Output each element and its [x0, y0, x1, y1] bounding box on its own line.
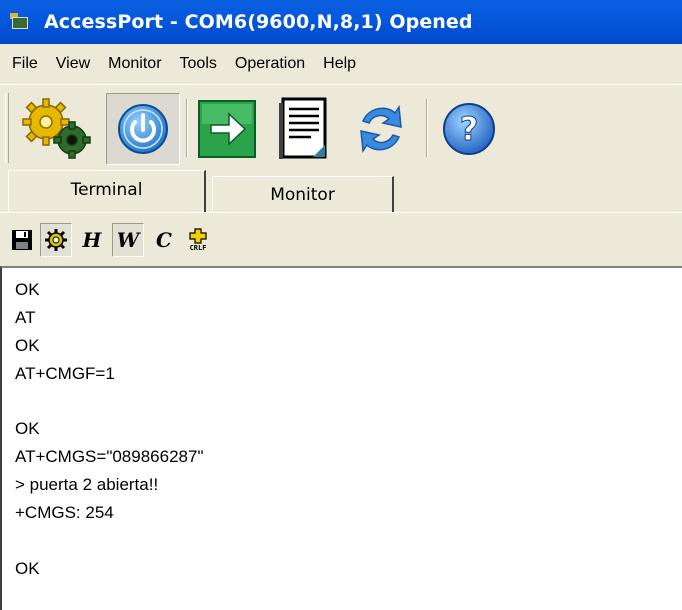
title-bar[interactable]: AccessPort - COM6(9600,N,8,1) Opened	[0, 0, 682, 44]
tab-strip: Terminal Monitor	[0, 170, 682, 212]
terminal-toolbar: H W C CRLF	[0, 212, 682, 266]
hex-mode-button[interactable]: H	[76, 223, 108, 257]
terminal-line: > puerta 2 abierta!!	[15, 475, 159, 495]
terminal-line: OK	[15, 335, 40, 355]
toolbar-separator	[426, 99, 428, 157]
clear-label: C	[156, 228, 172, 252]
menu-tools[interactable]: Tools	[171, 55, 226, 73]
gear-icon	[45, 229, 67, 251]
terminal-line: AT	[15, 307, 36, 327]
clear-button[interactable]: C	[148, 223, 180, 257]
crlf-button[interactable]: CRLF	[182, 223, 214, 257]
menu-bar: File View Monitor Tools Operation Help	[0, 44, 682, 84]
refresh-arrows-icon	[360, 104, 402, 154]
help-icon: ?	[443, 103, 495, 155]
terminal-line: +CMGS: 254	[15, 503, 114, 523]
toolbar-grip[interactable]	[5, 93, 9, 163]
menu-operation[interactable]: Operation	[226, 55, 314, 73]
menu-help[interactable]: Help	[314, 55, 365, 73]
send-button[interactable]	[192, 93, 262, 165]
tab-terminal[interactable]: Terminal	[8, 170, 206, 212]
window-title: AccessPort - COM6(9600,N,8,1) Opened	[44, 11, 473, 33]
terminal-line: OK	[15, 419, 40, 439]
toolbar-separator	[186, 99, 188, 157]
settings-button[interactable]	[12, 93, 102, 165]
document-button[interactable]	[268, 93, 338, 165]
green-arrow-icon	[198, 100, 256, 158]
main-toolbar: ?	[0, 84, 682, 170]
terminal-line: AT+CMGF=1	[15, 363, 115, 383]
help-button[interactable]: ?	[434, 93, 504, 165]
terminal-line: OK	[15, 558, 40, 578]
power-icon	[118, 104, 168, 154]
auto-mode-button[interactable]	[40, 223, 72, 257]
save-button[interactable]	[6, 223, 38, 257]
terminal-line: OK	[15, 280, 40, 299]
crlf-label: CRLF	[189, 244, 207, 252]
document-icon	[279, 97, 327, 159]
floppy-disk-icon	[12, 230, 32, 250]
terminal-line: AT+CMGS="089866287"	[15, 447, 204, 467]
refresh-button[interactable]	[346, 93, 416, 165]
menu-file[interactable]: File	[0, 55, 47, 73]
terminal-output[interactable]: OK AT OK AT+CMGF=1 OK AT+CMGS="089866287…	[0, 266, 682, 610]
plus-icon	[189, 228, 207, 244]
gears-icon	[22, 98, 91, 159]
menu-view[interactable]: View	[47, 55, 99, 73]
app-icon	[10, 11, 32, 33]
wrap-label: W	[116, 228, 140, 252]
wrap-mode-button[interactable]: W	[112, 223, 144, 257]
tab-monitor[interactable]: Monitor	[212, 176, 394, 212]
menu-monitor[interactable]: Monitor	[99, 55, 170, 73]
open-port-button[interactable]	[106, 93, 180, 165]
svg-text:?: ?	[460, 110, 479, 148]
hex-label: H	[82, 228, 102, 252]
